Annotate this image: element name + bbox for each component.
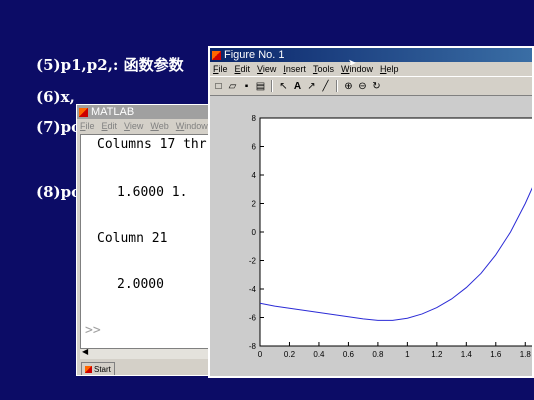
figure-menu-edit[interactable]: Edit [235,64,251,74]
figure-menu-window[interactable]: Window [341,64,373,74]
command-prompt[interactable]: >> [85,323,101,338]
scroll-left-icon[interactable]: ◀ [82,347,88,356]
x-tick-label: 0.8 [372,350,384,359]
toolbar-separator-2 [336,80,338,92]
figure-menu-view[interactable]: View [257,64,276,74]
x-tick-label: 0 [258,350,263,359]
y-tick-label: -8 [249,342,257,351]
x-tick-label: 1.6 [490,350,502,359]
rotate-icon[interactable]: ↻ [371,81,382,92]
figure-menu-help[interactable]: Help [380,64,399,74]
slide-line-6: (6)x, [36,88,75,106]
x-tick-label: 0.6 [343,350,355,359]
figure-logo-icon [212,50,221,60]
x-tick-label: 1.2 [431,350,443,359]
matlab-menu-file[interactable]: File [80,121,95,131]
slide-line-7: (7)po [36,118,82,136]
command-window[interactable]: Columns 17 thr 1.6000 1. Column 21 2.000… [80,134,212,356]
figure-menu-tools[interactable]: Tools [313,64,334,74]
y-tick-label: 2 [252,200,257,209]
y-tick-label: 6 [252,143,257,152]
y-tick-label: 4 [252,171,257,180]
figure-menu-file[interactable]: File [213,64,228,74]
figure-toolbar: □ ▱ ▪ ▤ ↖ A ↗ ╱ ⊕ ⊖ ↻ [210,76,532,96]
slide-line-8: (8)po [36,183,82,201]
y-tick-label: 0 [252,228,257,237]
x-tick-label: 0.2 [284,350,296,359]
matlab-menubar: File Edit View Web Window [77,119,215,133]
start-logo-icon [85,365,92,373]
axes-box [259,117,532,347]
print-icon[interactable]: ▤ [255,81,266,92]
console-line-column21: Column 21 [97,231,168,246]
figure-window[interactable]: Figure No. 1 File Edit View Insert Tools… [208,46,534,378]
start-label: Start [94,364,111,374]
line-chart[interactable]: 0 0.2 0.4 0.6 0.8 1 1.2 1.4 1.6 1.8 -8 -6 -4 -2 0 2 4 6 8 [210,96,532,376]
matlab-title: MATLAB [91,106,135,118]
x-tick-label: 1.4 [461,350,473,359]
slide-line-5: (5)p1,p2,: 函数参数 [36,56,184,74]
matlab-menu-view[interactable]: View [124,121,143,131]
x-tick-label: 1.8 [520,350,532,359]
save-icon[interactable]: ▪ [241,81,252,92]
console-line-columns: Columns 17 thr [97,137,207,152]
open-icon[interactable]: ▱ [227,81,238,92]
figure-menu-insert[interactable]: Insert [283,64,306,74]
new-icon[interactable]: □ [213,81,224,92]
line-icon[interactable]: ╱ [320,81,331,92]
x-tick-label: 1 [405,350,410,359]
y-tick-label: -4 [249,285,257,294]
console-line-values: 1.6000 1. [117,185,188,200]
matlab-menu-edit[interactable]: Edit [102,121,118,131]
matlab-menu-web[interactable]: Web [150,121,168,131]
matlab-window[interactable]: MATLAB File Edit View Web Window Columns… [76,104,216,376]
zoom-out-icon[interactable]: ⊖ [357,81,368,92]
start-button[interactable]: Start [81,362,115,375]
horizontal-scrollbar[interactable]: ◀ [80,347,212,359]
matlab-logo-icon [79,107,88,117]
figure-menubar: File Edit View Insert Tools Window Help [210,62,532,76]
text-icon[interactable]: A [292,81,303,92]
plot-area[interactable]: 0 0.2 0.4 0.6 0.8 1 1.2 1.4 1.6 1.8 -8 -6 -4 -2 0 2 4 6 8 [210,96,532,376]
toolbar-separator [271,80,273,92]
line-arrow-icon[interactable]: ↗ [306,81,317,92]
y-tick-label: -6 [249,314,257,323]
y-tick-label: 8 [252,114,257,123]
console-line-value: 2.0000 [117,277,164,292]
mouse-cursor-icon: ➤ [348,58,357,69]
x-tick-label: 0.4 [313,350,325,359]
y-tick-label: -2 [249,257,257,266]
matlab-menu-window[interactable]: Window [176,121,208,131]
arrow-icon[interactable]: ↖ [278,81,289,92]
figure-titlebar[interactable]: Figure No. 1 [210,48,532,62]
zoom-in-icon[interactable]: ⊕ [343,81,354,92]
matlab-titlebar[interactable]: MATLAB [77,105,215,119]
figure-title: Figure No. 1 [224,49,285,61]
